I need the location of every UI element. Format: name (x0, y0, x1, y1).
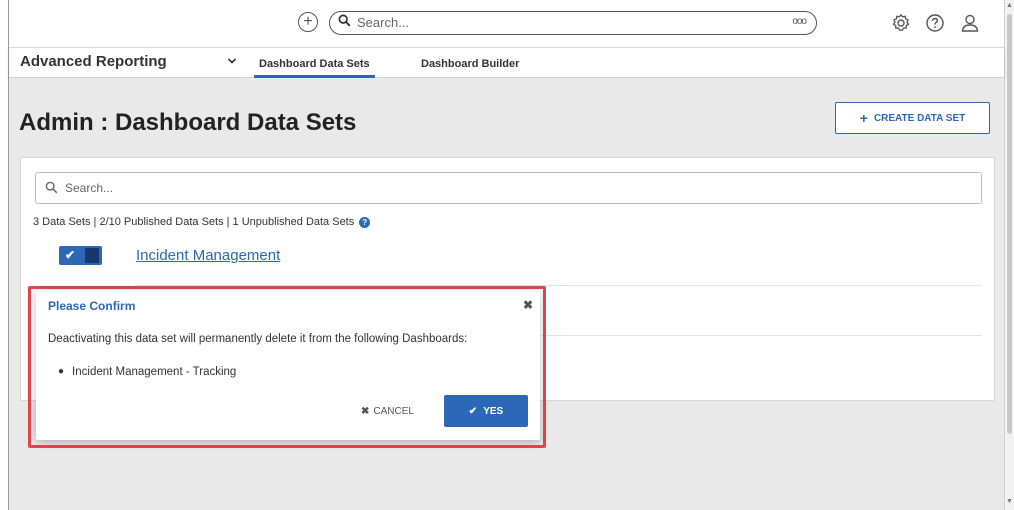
create-data-set-button[interactable]: + CREATE DATA SET (835, 102, 990, 134)
close-icon[interactable]: ✖ (523, 298, 533, 312)
scrollbar-thumb[interactable] (1007, 14, 1012, 434)
search-icon (45, 181, 58, 199)
create-data-set-label: CREATE DATA SET (873, 112, 966, 124)
close-icon: ✖ (361, 406, 370, 417)
scroll-down-arrow-icon[interactable]: ▼ (1006, 498, 1013, 505)
dialog-title: Please Confirm (48, 299, 136, 313)
check-icon: ✔ (468, 405, 478, 417)
cancel-button[interactable]: ✖ CANCEL (361, 406, 414, 417)
help-icon[interactable] (924, 12, 946, 34)
more-options-icon[interactable]: ooo (792, 16, 807, 27)
yes-label: YES (483, 405, 504, 417)
data-set-search-input[interactable]: Search... (35, 172, 982, 204)
question-circle-icon[interactable]: ? (359, 216, 371, 228)
app-nav-bar: Advanced Reporting Dashboard Data Sets D… (9, 48, 1004, 78)
app-switcher-label[interactable]: Advanced Reporting (20, 53, 167, 70)
chevron-down-icon[interactable] (227, 56, 237, 68)
cancel-label: CANCEL (373, 406, 414, 417)
dialog-message: Deactivating this data set will permanen… (48, 333, 468, 345)
affected-dashboard-item: ● Incident Management - Tracking (58, 366, 236, 378)
user-profile-icon[interactable] (959, 12, 981, 34)
search-icon (338, 14, 351, 32)
plus-icon: + (859, 110, 868, 126)
active-toggle[interactable]: ✔ (59, 246, 102, 265)
data-set-link-incident-management[interactable]: Incident Management (136, 247, 280, 264)
data-set-search-placeholder: Search... (65, 181, 114, 195)
add-icon[interactable]: + (298, 12, 318, 32)
gear-icon[interactable] (890, 12, 912, 34)
page-title: Admin : Dashboard Data Sets (19, 109, 357, 136)
tab-dashboard-data-sets[interactable]: Dashboard Data Sets (254, 58, 375, 78)
affected-dashboard-label: Incident Management - Tracking (72, 366, 237, 378)
data-set-stats-text: 3 Data Sets | 2/10 Published Data Sets |… (33, 216, 355, 228)
yes-button[interactable]: ✔ YES (444, 395, 528, 427)
bullet-icon: ● (58, 366, 65, 377)
toggle-knob (85, 248, 99, 263)
scroll-up-arrow-icon[interactable]: ▲ (1006, 2, 1013, 9)
top-bar: + Search... ooo (9, 0, 1004, 48)
data-set-stats: 3 Data Sets | 2/10 Published Data Sets |… (33, 216, 371, 228)
tab-dashboard-builder[interactable]: Dashboard Builder (421, 58, 519, 70)
confirm-dialog: Please Confirm ✖ Deactivating this data … (36, 290, 540, 440)
check-icon: ✔ (65, 248, 76, 262)
global-search-placeholder: Search... (357, 15, 410, 30)
global-search-input[interactable]: Search... ooo (329, 11, 817, 35)
